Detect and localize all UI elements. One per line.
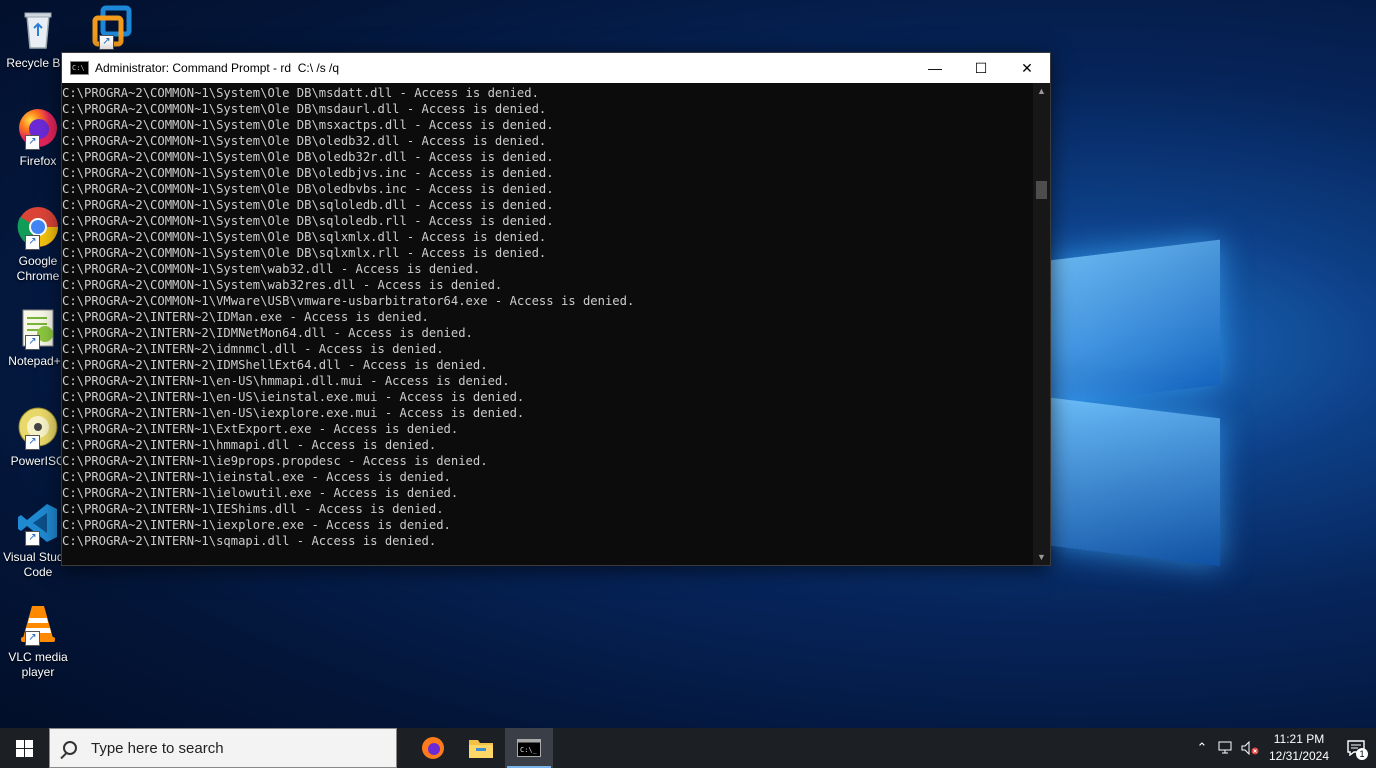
firefox-icon: ↗ — [15, 104, 61, 150]
console-line: C:\PROGRA~2\COMMON~1\System\Ole DB\oledb… — [62, 166, 554, 180]
vscode-icon: ↗ — [15, 500, 61, 546]
console-line: C:\PROGRA~2\COMMON~1\System\wab32res.dll… — [62, 278, 503, 292]
scroll-up-arrow-icon[interactable]: ▲ — [1033, 83, 1050, 99]
notification-badge: 1 — [1356, 748, 1368, 760]
notepad-plus-plus-icon: ↗ — [15, 304, 61, 350]
console-line: C:\PROGRA~2\INTERN~1\iexplore.exe - Acce… — [62, 518, 451, 532]
clock-time: 11:21 PM — [1273, 732, 1325, 746]
shortcut-arrow-icon: ↗ — [25, 235, 40, 250]
desktop-icon-vmware[interactable]: ↗ — [76, 4, 148, 54]
console-line: C:\PROGRA~2\INTERN~1\en-US\iexplore.exe.… — [62, 406, 525, 420]
search-placeholder: Type here to search — [91, 739, 224, 757]
vlc-icon: ↗ — [15, 600, 61, 646]
console-line: C:\PROGRA~2\INTERN~1\en-US\hmmapi.dll.mu… — [62, 374, 510, 388]
console-output[interactable]: C:\PROGRA~2\COMMON~1\System\Ole DB\msdat… — [62, 83, 1033, 567]
command-prompt-icon: C:\_ — [517, 739, 541, 757]
console-line: C:\PROGRA~2\COMMON~1\System\Ole DB\sqlxm… — [62, 246, 547, 260]
console-line: C:\PROGRA~2\COMMON~1\System\Ole DB\oledb… — [62, 150, 554, 164]
taskbar-search-box[interactable]: Type here to search — [49, 728, 397, 768]
minimize-button[interactable]: — — [912, 53, 958, 83]
console-line: C:\PROGRA~2\COMMON~1\System\Ole DB\msdat… — [62, 86, 539, 100]
shortcut-arrow-icon: ↗ — [25, 435, 40, 450]
windows-start-icon — [15, 739, 33, 757]
shortcut-arrow-icon: ↗ — [99, 35, 114, 50]
taskbar: Type here to search C:\_ ⌃ 11:21 PM 12/3… — [0, 728, 1376, 768]
console-line: C:\PROGRA~2\INTERN~2\IDMShellExt64.dll -… — [62, 358, 488, 372]
chrome-icon: ↗ — [15, 204, 61, 250]
shortcut-arrow-icon: ↗ — [25, 631, 40, 646]
desktop-icon-vlc[interactable]: ↗ VLC media player — [2, 600, 74, 680]
console-line: C:\PROGRA~2\COMMON~1\System\Ole DB\oledb… — [62, 182, 554, 196]
shortcut-arrow-icon: ↗ — [25, 135, 40, 150]
console-line: C:\PROGRA~2\COMMON~1\System\Ole DB\sqlol… — [62, 214, 554, 228]
console-line: C:\PROGRA~2\COMMON~1\System\wab32.dll - … — [62, 262, 481, 276]
vertical-scrollbar[interactable]: ▲ ▼ — [1033, 83, 1050, 565]
console-line: C:\PROGRA~2\INTERN~1\ielowutil.exe - Acc… — [62, 486, 459, 500]
clock-date: 12/31/2024 — [1268, 749, 1330, 763]
console-line: C:\PROGRA~2\INTERN~2\IDMNetMon64.dll - A… — [62, 326, 473, 340]
taskbar-app-file-explorer[interactable] — [457, 728, 505, 768]
console-line: C:\PROGRA~2\INTERN~1\ExtExport.exe - Acc… — [62, 422, 459, 436]
command-prompt-window[interactable]: C:\ Administrator: Command Prompt - rd C… — [61, 52, 1051, 566]
shortcut-arrow-icon: ↗ — [25, 531, 40, 546]
console-line: C:\PROGRA~2\COMMON~1\System\Ole DB\oledb… — [62, 134, 547, 148]
file-explorer-icon — [469, 740, 493, 758]
console-line: C:\PROGRA~2\INTERN~1\en-US\ieinstal.exe.… — [62, 390, 525, 404]
shortcut-arrow-icon: ↗ — [25, 335, 40, 350]
console-line: C:\PROGRA~2\COMMON~1\System\Ole DB\msdau… — [62, 102, 547, 116]
window-titlebar[interactable]: C:\ Administrator: Command Prompt - rd C… — [62, 53, 1050, 83]
taskbar-app-command-prompt[interactable]: C:\_ — [505, 728, 553, 768]
console-line: C:\PROGRA~2\COMMON~1\System\Ole DB\sqlxm… — [62, 230, 547, 244]
close-button[interactable]: ✕ — [1004, 53, 1050, 83]
console-line: C:\PROGRA~2\COMMON~1\VMware\USB\vmware-u… — [62, 294, 635, 308]
window-title: Administrator: Command Prompt - rd C:\ /… — [95, 61, 340, 75]
volume-muted-icon[interactable] — [1238, 728, 1262, 768]
scroll-down-arrow-icon[interactable]: ▼ — [1033, 549, 1050, 565]
vmware-icon: ↗ — [89, 4, 135, 50]
network-icon[interactable] — [1214, 728, 1238, 768]
notification-center-button[interactable]: 1 — [1336, 728, 1376, 768]
firefox-icon — [422, 737, 444, 759]
console-line: C:\PROGRA~2\INTERN~1\hmmapi.dll - Access… — [62, 438, 437, 452]
maximize-button[interactable]: ☐ — [958, 53, 1004, 83]
console-line: C:\PROGRA~2\INTERN~1\IEShims.dll - Acces… — [62, 502, 444, 516]
desktop-icon-label: VLC media player — [8, 650, 68, 679]
system-tray: ⌃ 11:21 PM 12/31/2024 1 — [1190, 728, 1376, 768]
console-line: C:\PROGRA~2\COMMON~1\System\Ole DB\msxac… — [62, 118, 554, 132]
console-line: C:\PROGRA~2\INTERN~2\IDMan.exe - Access … — [62, 310, 429, 324]
search-icon — [63, 741, 77, 755]
taskbar-clock[interactable]: 11:21 PM 12/31/2024 — [1262, 731, 1336, 765]
console-line: C:\PROGRA~2\INTERN~1\ie9props.propdesc -… — [62, 454, 488, 468]
console-line: C:\PROGRA~2\INTERN~1\ieinstal.exe - Acce… — [62, 470, 451, 484]
wallpaper-windows-logo — [1040, 180, 1240, 570]
chevron-up-icon[interactable]: ⌃ — [1190, 728, 1214, 768]
console-line: C:\PROGRA~2\INTERN~2\idmnmcl.dll - Acces… — [62, 342, 444, 356]
poweriso-icon: ↗ — [15, 404, 61, 450]
command-prompt-icon: C:\ — [70, 61, 89, 75]
start-button[interactable] — [0, 728, 48, 768]
taskbar-app-firefox[interactable] — [409, 728, 457, 768]
svg-text:C:\_: C:\_ — [520, 746, 538, 754]
console-line: C:\PROGRA~2\COMMON~1\System\Ole DB\sqlol… — [62, 198, 554, 212]
console-line: C:\PROGRA~2\INTERN~1\sqmapi.dll - Access… — [62, 534, 437, 548]
scrollbar-thumb[interactable] — [1036, 181, 1047, 199]
recycle-bin-icon — [15, 6, 61, 52]
